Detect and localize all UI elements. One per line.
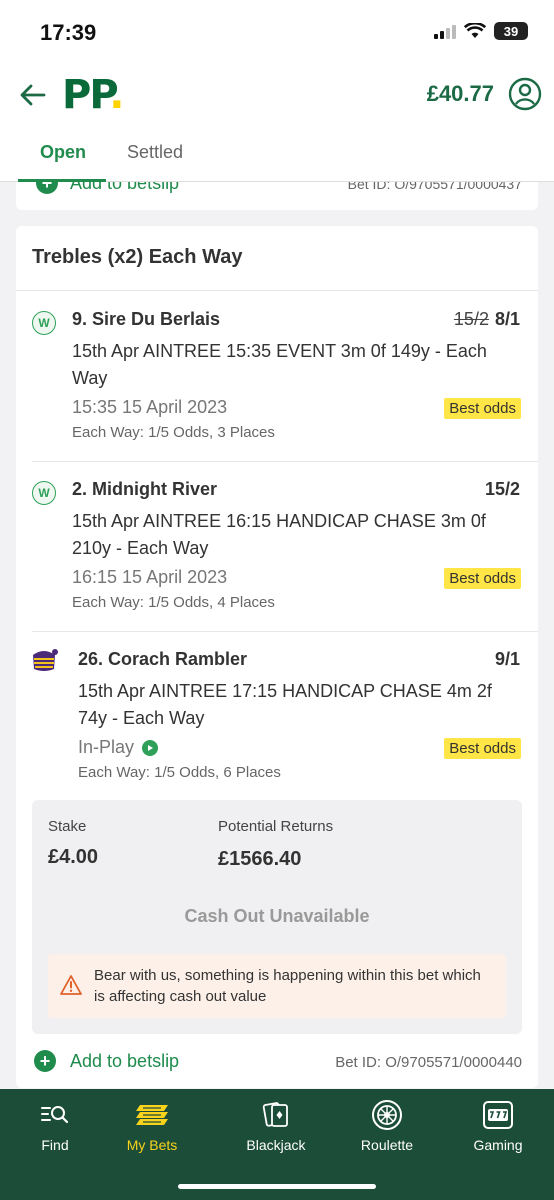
add-to-betslip-label: Add to betslip [70,182,180,193]
selection-market: 15th Apr AINTREE 17:15 HANDICAP CHASE 4m… [78,681,492,728]
selection-time: 16:15 15 April 2023 [72,567,228,587]
selection-market: 15th Apr AINTREE 16:15 HANDICAP CHASE 3m… [72,511,486,558]
each-way-terms: Each Way: 1/5 Odds, 6 Places [78,764,281,781]
bet-id: Bet ID: O/9705571/0000440 [335,1054,522,1071]
cash-out-unavailable-button: Cash Out Unavailable [184,906,370,926]
nav-my-bets[interactable]: My Bets [97,1099,207,1153]
add-to-betslip-label: Add to betslip [70,1050,180,1071]
selection-item: W 2. Midnight River 15/2 15th Apr AINTRE… [16,461,538,631]
current-odds: 8/1 [494,309,520,329]
home-indicator[interactable] [178,1184,376,1189]
account-balance[interactable]: £40.77 [427,81,494,107]
previous-odds: 15/2 [453,309,489,329]
warning-triangle-icon [60,975,82,995]
search-list-icon [41,1106,69,1124]
bet-footer: + Add to betslip Bet ID: O/9705571/00004… [16,1046,538,1078]
bet-card: Trebles (x2) Each Way W 9. Sire Du Berla… [16,226,538,1088]
nav-gaming[interactable]: Gaming [443,1099,553,1153]
slot-machine-icon [483,1101,513,1129]
status-icons: 39 [434,22,528,40]
stake-label: Stake [48,818,87,835]
nav-blackjack[interactable]: Blackjack [221,1099,331,1153]
current-odds: 15/2 [484,479,520,499]
bet-slips-icon [136,1105,168,1125]
previous-bet-card: + Add to betslip Bet ID: O/9705571/00004… [16,182,538,210]
nav-label: Find [41,1137,69,1153]
account-icon[interactable] [508,77,542,111]
plus-circle-icon: + [34,1050,56,1072]
nav-roulette[interactable]: Roulette [332,1099,442,1153]
selection-market: 15th Apr AINTREE 15:35 EVENT 3m 0f 149y … [72,341,487,388]
current-odds: 9/1 [494,649,520,669]
nav-label: My Bets [126,1137,178,1153]
tab-settled[interactable]: Settled [127,142,183,163]
potential-returns-label: Potential Returns [218,818,334,835]
best-odds-badge: Best odds [444,568,521,589]
nav-find[interactable]: Find [0,1099,110,1153]
cards-icon [262,1102,288,1127]
best-odds-badge: Best odds [444,398,521,419]
add-to-betslip-button[interactable]: + Add to betslip [34,1050,179,1072]
stake-value: £4.00 [48,846,99,868]
best-odds-badge: Best odds [444,738,521,759]
cellular-signal-icon [434,23,456,39]
previous-add-to-betslip-button[interactable]: + Add to betslip [36,182,179,194]
selection-odds: 15/2 8/1 [454,309,520,330]
selection-odds: 9/1 [495,649,520,670]
previous-bet-id: Bet ID: O/9705571/0000437 [347,182,522,192]
selection-odds: 15/2 [485,479,520,500]
roulette-icon [372,1100,402,1130]
winner-badge-icon: W [32,311,56,335]
brand-logo[interactable]: PP. [62,72,125,118]
in-play-label: In-Play [78,737,135,757]
nav-label: Roulette [360,1137,414,1153]
status-time: 17:39 [40,20,97,45]
each-way-terms: Each Way: 1/5 Odds, 4 Places [72,594,275,611]
selection-name: 26. Corach Rambler [78,649,248,669]
brand-logo-text: PP [62,72,111,118]
status-bar: 17:39 39 [0,0,554,64]
in-play-status: In-Play [78,737,159,758]
bets-tabs: Open Settled [0,126,554,182]
bet-type-title: Trebles (x2) Each Way [32,246,243,268]
selection-item: W 9. Sire Du Berlais 15/2 8/1 15th Apr AI… [16,291,538,461]
selection-time: 15:35 15 April 2023 [72,397,228,417]
selection-name: 2. Midnight River [72,479,218,499]
play-icon [142,739,159,756]
each-way-terms: Each Way: 1/5 Odds, 3 Places [72,424,275,441]
app-header: PP. £40.77 [0,64,554,126]
selection-name: 9. Sire Du Berlais [72,309,221,329]
plus-circle-icon: + [36,182,58,194]
jockey-silks-icon [33,649,58,671]
battery-icon: 39 [494,22,528,40]
winner-badge-icon: W [32,481,56,505]
potential-returns-value: £1566.40 [218,848,302,870]
stake-summary: Stake £4.00 Potential Returns £1566.40 C… [32,800,522,1034]
cash-out-warning: Bear with us, something is happening wit… [48,954,506,1018]
wifi-icon [464,23,486,38]
nav-label: Gaming [473,1137,523,1153]
back-arrow-icon[interactable] [18,80,48,110]
selection-item: 26. Corach Rambler 9/1 15th Apr AINTREE … [16,631,538,801]
tab-open[interactable]: Open [40,142,86,163]
nav-label: Blackjack [246,1137,306,1153]
warning-text: Bear with us, something is happening wit… [94,967,481,1005]
